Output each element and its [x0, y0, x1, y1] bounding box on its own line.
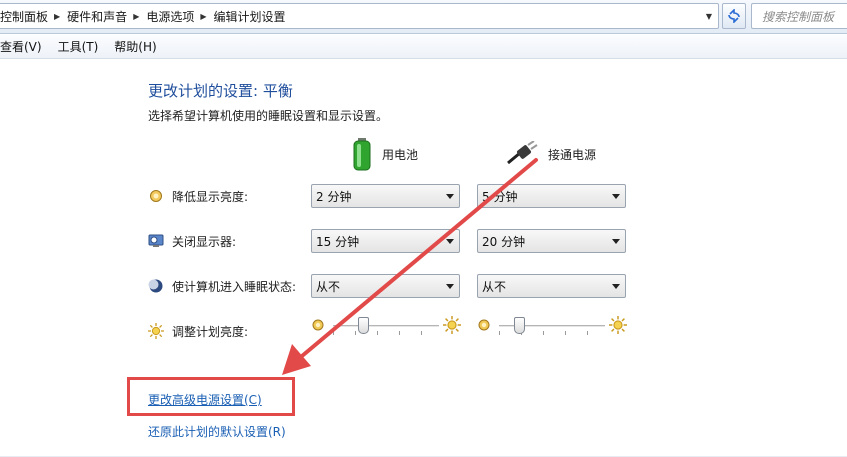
bright-sun-icon: [443, 316, 461, 334]
dim-display-icon: [148, 188, 164, 204]
menu-view[interactable]: 查看(V): [0, 38, 50, 55]
restore-defaults-link[interactable]: 还原此计划的默认设置(R): [148, 423, 286, 440]
history-dropdown-icon[interactable]: ▼: [700, 4, 718, 28]
chevron-down-icon: [612, 284, 620, 289]
brightness-label: 调整计划亮度:: [148, 320, 248, 342]
menu-help[interactable]: 帮助(H): [114, 38, 164, 55]
dim-display-battery-value: 2 分钟: [316, 189, 352, 204]
chevron-right-icon[interactable]: ▶: [54, 12, 60, 21]
menu-bar: 查看(V) 工具(T) 帮助(H): [0, 35, 847, 59]
dim-sun-icon: [312, 319, 324, 331]
turn-off-display-plugged-select[interactable]: 20 分钟: [477, 229, 626, 253]
dim-display-label: 降低显示亮度:: [148, 185, 248, 207]
slider-track: [333, 325, 439, 328]
battery-column-header: 用电池: [352, 136, 418, 172]
monitor-icon: [148, 233, 164, 249]
breadcrumb-hardware-sound[interactable]: 硬件和声音: [67, 8, 127, 25]
main-content: 更改计划的设置: 平衡 选择希望计算机使用的睡眠设置和显示设置。 用电池 接通电…: [0, 60, 847, 457]
breadcrumb-control-panel[interactable]: 控制面板: [0, 8, 48, 25]
slider-ticks: [333, 331, 439, 335]
turn-off-display-text: 关闭显示器:: [172, 234, 237, 249]
chevron-down-icon: [612, 194, 620, 199]
sleep-moon-icon: [148, 278, 164, 294]
dim-display-plugged-select[interactable]: 5 分钟: [477, 184, 626, 208]
annotation-highlight-box: [127, 377, 295, 416]
turn-off-display-plugged-value: 20 分钟: [482, 234, 526, 249]
page-title: 更改计划的设置: 平衡: [148, 82, 293, 100]
dim-sun-icon: [478, 319, 490, 331]
battery-label: 用电池: [382, 147, 419, 162]
chevron-right-icon[interactable]: ▶: [133, 12, 139, 21]
search-placeholder: 搜索控制面板: [762, 9, 835, 24]
refresh-button[interactable]: [722, 3, 746, 29]
sleep-battery-value: 从不: [316, 279, 341, 294]
plugged-in-label: 接通电源: [548, 147, 597, 162]
brightness-text: 调整计划亮度:: [172, 324, 249, 339]
brightness-battery-slider[interactable]: [311, 315, 461, 337]
sleep-plugged-select[interactable]: 从不: [477, 274, 626, 298]
plugged-in-column-header: 接通电源: [506, 136, 596, 172]
address-bar: 控制面板 ▶ 硬件和声音 ▶ 电源选项 ▶ 编辑计划设置 ▼ 搜索控制面板: [0, 0, 847, 34]
breadcrumb-power-options[interactable]: 电源选项: [146, 8, 194, 25]
turn-off-display-battery-select[interactable]: 15 分钟: [311, 229, 460, 253]
sleep-text: 使计算机进入睡眠状态:: [172, 279, 297, 294]
dim-display-plugged-value: 5 分钟: [482, 189, 518, 204]
chevron-right-icon[interactable]: ▶: [200, 12, 206, 21]
sleep-plugged-value: 从不: [482, 279, 507, 294]
menu-tools[interactable]: 工具(T): [58, 38, 107, 55]
slider-thumb[interactable]: [357, 317, 369, 334]
slider-thumb[interactable]: [514, 317, 526, 334]
brightness-sun-icon: [148, 323, 164, 339]
brightness-plugged-slider[interactable]: [477, 315, 627, 337]
chevron-down-icon: [446, 194, 454, 199]
sleep-label: 使计算机进入睡眠状态:: [148, 275, 296, 297]
sleep-battery-select[interactable]: 从不: [311, 274, 460, 298]
power-plug-icon: [507, 141, 538, 165]
breadcrumb-edit-plan[interactable]: 编辑计划设置: [214, 8, 286, 25]
breadcrumb[interactable]: 控制面板 ▶ 硬件和声音 ▶ 电源选项 ▶ 编辑计划设置 ▼: [0, 3, 719, 29]
bright-sun-icon: [609, 316, 627, 334]
page-description: 选择希望计算机使用的睡眠设置和显示设置。: [148, 109, 389, 123]
chevron-down-icon: [446, 239, 454, 244]
chevron-down-icon: [612, 239, 620, 244]
dim-display-battery-select[interactable]: 2 分钟: [311, 184, 460, 208]
dim-display-text: 降低显示亮度:: [172, 189, 249, 204]
turn-off-display-label: 关闭显示器:: [148, 230, 236, 252]
search-input[interactable]: 搜索控制面板: [751, 3, 847, 29]
refresh-icon: [728, 9, 740, 23]
turn-off-display-battery-value: 15 分钟: [316, 234, 360, 249]
chevron-down-icon: [446, 284, 454, 289]
battery-icon: [353, 138, 371, 171]
